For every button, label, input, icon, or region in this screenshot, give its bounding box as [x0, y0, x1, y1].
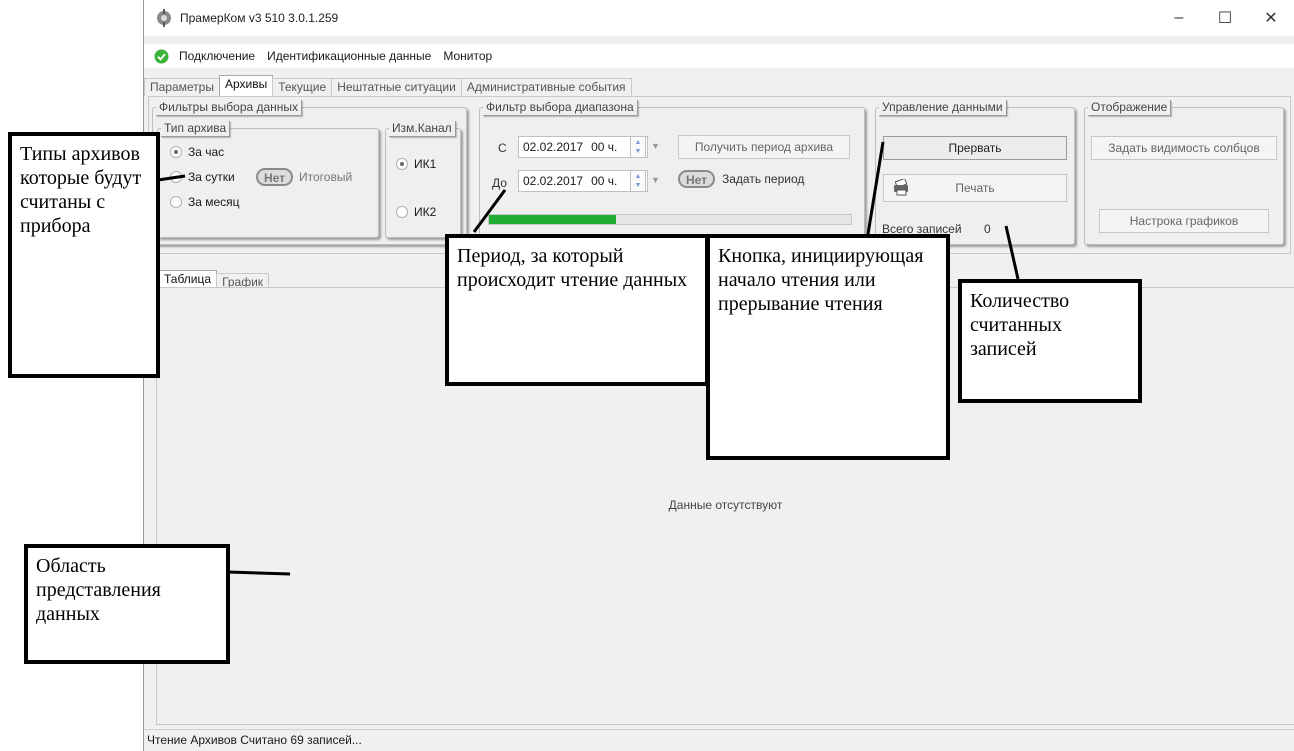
radio-monthly[interactable]: За месяц	[170, 195, 240, 209]
data-filters-group: Фильтры выбора данных Тип архива За час …	[152, 100, 467, 245]
from-dropdown-icon[interactable]: ▼	[651, 141, 660, 151]
channel-title: Изм.Канал	[389, 121, 456, 137]
chart-settings-button[interactable]: Настрока графиков	[1099, 209, 1269, 233]
radio-ik2[interactable]: ИК2	[396, 205, 436, 219]
radio-monthly-label: За месяц	[188, 195, 240, 209]
set-period-toggle[interactable]: Нет	[678, 170, 716, 188]
range-filter-group: Фильтр выбора диапазона С 02.02.2017 00 …	[479, 100, 865, 245]
data-control-title: Управление данными	[879, 100, 1007, 116]
callout-archive-types: Типы архивов которые будут считаны с при…	[8, 132, 160, 378]
radio-daily-label: За сутки	[188, 170, 235, 184]
radio-hourly-label: За час	[188, 145, 225, 159]
tab-current[interactable]: Текущие	[272, 78, 333, 96]
radio-button[interactable]	[170, 196, 182, 208]
summary-toggle[interactable]: Нет	[256, 168, 294, 186]
summary-label: Итоговый	[299, 170, 353, 184]
menu-monitor[interactable]: Монитор	[437, 49, 498, 63]
print-button[interactable]: Печать	[883, 174, 1067, 202]
menu-bar: Подключение Идентификационные данные Мон…	[144, 44, 1294, 68]
radio-button[interactable]	[170, 146, 182, 158]
callout-period: Период, за который происходит чтение дан…	[445, 234, 709, 386]
callout-button: Кнопка, инициирующая начало чтения или п…	[706, 234, 950, 460]
menu-connection[interactable]: Подключение	[173, 49, 261, 63]
from-label: С	[498, 141, 507, 155]
radio-button[interactable]	[396, 158, 408, 170]
printer-icon	[894, 179, 908, 196]
archive-type-title: Тип архива	[161, 121, 231, 137]
minimize-button[interactable]: –	[1156, 0, 1202, 36]
radio-ik1-label: ИК1	[414, 157, 437, 171]
to-date-value: 02.02.2017	[523, 174, 584, 188]
to-date-field[interactable]: 02.02.2017 00 ч.	[518, 170, 648, 192]
print-button-label: Печать	[955, 181, 995, 195]
callout-data-area: Область представления данных	[24, 544, 230, 664]
read-progress-bar	[488, 214, 852, 225]
radio-hourly[interactable]: За час	[170, 145, 224, 159]
abort-button[interactable]: Прервать	[883, 136, 1067, 160]
connected-check-icon	[154, 48, 169, 64]
tab-parameters[interactable]: Параметры	[144, 78, 220, 96]
column-visibility-button[interactable]: Задать видимость солбцов	[1091, 136, 1277, 160]
from-spin-icon[interactable]: ▲ ▼	[630, 136, 646, 158]
tab-admin-events[interactable]: Административные события	[460, 78, 632, 96]
menu-identification[interactable]: Идентификационные данные	[261, 49, 437, 63]
radio-button[interactable]	[396, 206, 408, 218]
callout-count: Количество считанных записей	[958, 279, 1142, 403]
range-filter-title: Фильтр выбора диапазона	[483, 100, 638, 116]
app-icon	[157, 9, 171, 27]
main-tabs: Параметры Архивы Текущие Нештатные ситуа…	[144, 75, 632, 96]
set-period-label: Задать период	[722, 172, 805, 186]
callout-period-text: Период, за который происходит чтение дан…	[457, 245, 688, 291]
window-title: ПрамерКом v3 510 3.0.1.259	[180, 11, 339, 25]
display-title: Отображение	[1088, 100, 1172, 116]
from-date-value: 02.02.2017	[523, 140, 584, 154]
maximize-button[interactable]: ☐	[1202, 0, 1248, 36]
to-spin-icon[interactable]: ▲ ▼	[630, 170, 646, 192]
records-total-count: 0	[984, 222, 991, 236]
archive-controls-panel: Фильтры выбора данных Тип архива За час …	[148, 96, 1291, 254]
radio-ik1[interactable]: ИК1	[396, 157, 436, 171]
from-hour-value: 00 ч.	[591, 140, 618, 154]
title-bar: ПрамерКом v3 510 3.0.1.259 – ☐ ✕	[144, 0, 1294, 36]
close-button[interactable]: ✕	[1248, 0, 1294, 36]
read-progress-fill	[489, 215, 616, 224]
to-dropdown-icon[interactable]: ▼	[651, 175, 660, 185]
to-label: До	[492, 176, 507, 190]
to-hour-value: 00 ч.	[591, 174, 618, 188]
tab-emergency[interactable]: Нештатные ситуации	[331, 78, 462, 96]
status-bar: Чтение Архивов Считано 69 записей...	[144, 729, 1294, 751]
get-archive-period-button[interactable]: Получить период архива	[678, 135, 850, 159]
radio-ik2-label: ИК2	[414, 205, 437, 219]
tab-archives[interactable]: Архивы	[218, 75, 274, 96]
channel-group: Изм.Канал ИК1 ИК2	[385, 121, 461, 238]
radio-button[interactable]	[170, 171, 182, 183]
display-group: Отображение Задать видимость солбцов Нас…	[1084, 100, 1284, 245]
radio-daily[interactable]: За сутки	[170, 170, 235, 184]
data-filters-title: Фильтры выбора данных	[156, 100, 303, 116]
data-control-group: Управление данными Прервать Печать Всего…	[875, 100, 1075, 245]
from-date-field[interactable]: 02.02.2017 00 ч.	[518, 136, 648, 158]
archive-type-group: Тип архива За час За сутки За месяц Нет …	[157, 121, 379, 238]
no-data-message: Данные отсутствуют	[668, 498, 783, 512]
